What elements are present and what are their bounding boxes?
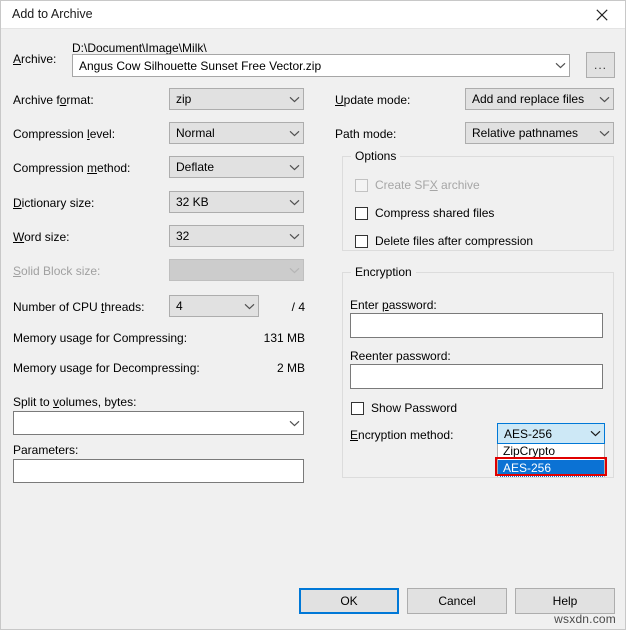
cancel-button[interactable]: Cancel <box>407 588 507 614</box>
update-mode-label: Update mode: <box>335 93 411 107</box>
help-button[interactable]: Help <box>515 588 615 614</box>
split-volumes-combo[interactable] <box>13 411 304 435</box>
word-size-value: 32 <box>176 229 190 243</box>
encryption-method-label: Encryption method: <box>350 428 454 442</box>
compress-shared-files-checkbox[interactable]: Compress shared files <box>355 206 494 220</box>
chevron-down-icon <box>285 96 303 103</box>
dictionary-size-label: Dictionary size: <box>13 196 95 210</box>
reenter-password-label: Reenter password: <box>350 349 451 363</box>
dictionary-size-value: 32 KB <box>176 195 209 209</box>
compression-level-combo[interactable]: Normal <box>169 122 304 144</box>
archive-name-value: Angus Cow Silhouette Sunset Free Vector.… <box>79 58 322 73</box>
compression-level-label: Compression level: <box>13 127 116 141</box>
compression-method-value: Deflate <box>176 160 215 174</box>
title-bar: Add to Archive <box>1 1 625 29</box>
solid-block-size-combo <box>169 259 304 281</box>
chevron-down-icon <box>285 420 303 427</box>
show-password-label: Show Password <box>371 401 458 415</box>
checkbox-icon <box>351 401 364 415</box>
encryption-method-dropdown-list[interactable]: ZipCrypto AES-256 <box>497 443 605 477</box>
archive-label: Archive: <box>13 52 57 66</box>
add-to-archive-dialog: Add to Archive Archive: D:\Document\Imag… <box>0 0 626 630</box>
ok-button[interactable]: OK <box>299 588 399 614</box>
cpu-threads-combo[interactable]: 4 <box>169 295 259 317</box>
chevron-down-icon <box>595 130 613 137</box>
archive-format-value: zip <box>176 92 192 106</box>
checkbox-icon <box>355 206 368 220</box>
window-title: Add to Archive <box>12 7 93 21</box>
watermark-text: wsxdn.com <box>554 612 616 626</box>
archive-name-combo[interactable]: Angus Cow Silhouette Sunset Free Vector.… <box>72 54 570 77</box>
memory-decompress-value: 2 MB <box>276 361 305 375</box>
encryption-method-option-zipcrypto[interactable]: ZipCrypto <box>498 443 604 460</box>
options-group-title: Options <box>351 149 401 163</box>
compress-shared-files-label: Compress shared files <box>375 206 495 220</box>
create-sfx-archive-checkbox: Create SFX archive <box>355 178 480 192</box>
enter-password-input[interactable] <box>350 313 603 338</box>
cpu-threads-total: / 4 <box>291 300 305 314</box>
archive-path-text: D:\Document\Image\Milk\ <box>72 41 207 55</box>
chevron-down-icon <box>551 62 569 69</box>
close-icon[interactable] <box>579 1 625 28</box>
dictionary-size-combo[interactable]: 32 KB <box>169 191 304 213</box>
checkbox-icon <box>355 178 368 192</box>
solid-block-size-label: Solid Block size: <box>13 264 101 278</box>
encryption-method-combo[interactable]: AES-256 <box>497 423 605 444</box>
cpu-threads-value: 4 <box>176 299 183 313</box>
memory-compress-label: Memory usage for Compressing: <box>13 331 188 345</box>
encryption-method-option-aes256[interactable]: AES-256 <box>498 460 604 477</box>
encryption-group-title: Encryption <box>351 265 416 279</box>
compression-method-combo[interactable]: Deflate <box>169 156 304 178</box>
word-size-label: Word size: <box>13 230 70 244</box>
chevron-down-icon <box>586 430 604 437</box>
chevron-down-icon <box>285 233 303 240</box>
show-password-checkbox[interactable]: Show Password <box>351 401 457 415</box>
create-sfx-archive-label: Create SFX archive <box>375 178 480 192</box>
options-group: Options Create SFX archive Compress shar… <box>342 149 614 251</box>
encryption-method-value: AES-256 <box>504 426 553 441</box>
archive-format-label: Archive format: <box>13 93 94 107</box>
compression-level-value: Normal <box>176 126 215 140</box>
delete-files-after-compression-label: Delete files after compression <box>375 234 534 248</box>
reenter-password-input[interactable] <box>350 364 603 389</box>
chevron-down-icon <box>595 96 613 103</box>
archive-format-combo[interactable]: zip <box>169 88 304 110</box>
memory-compress-value: 131 MB <box>263 331 305 345</box>
browse-button[interactable]: ... <box>586 52 615 78</box>
path-mode-combo[interactable]: Relative pathnames <box>465 122 614 144</box>
checkbox-icon <box>355 234 368 248</box>
compression-method-label: Compression method: <box>13 161 131 175</box>
memory-decompress-label: Memory usage for Decompressing: <box>13 361 200 375</box>
enter-password-label: Enter password: <box>350 298 437 312</box>
cpu-threads-label: Number of CPU threads: <box>13 300 145 314</box>
path-mode-value: Relative pathnames <box>472 126 579 140</box>
split-volumes-label: Split to volumes, bytes: <box>13 395 137 409</box>
update-mode-combo[interactable]: Add and replace files <box>465 88 614 110</box>
chevron-down-icon <box>285 130 303 137</box>
delete-files-after-compression-checkbox[interactable]: Delete files after compression <box>355 234 533 248</box>
chevron-down-icon <box>285 267 303 274</box>
parameters-label: Parameters: <box>13 443 79 457</box>
word-size-combo[interactable]: 32 <box>169 225 304 247</box>
chevron-down-icon <box>285 164 303 171</box>
path-mode-label: Path mode: <box>335 127 397 141</box>
update-mode-value: Add and replace files <box>472 92 585 106</box>
chevron-down-icon <box>285 199 303 206</box>
parameters-input[interactable] <box>13 459 304 483</box>
